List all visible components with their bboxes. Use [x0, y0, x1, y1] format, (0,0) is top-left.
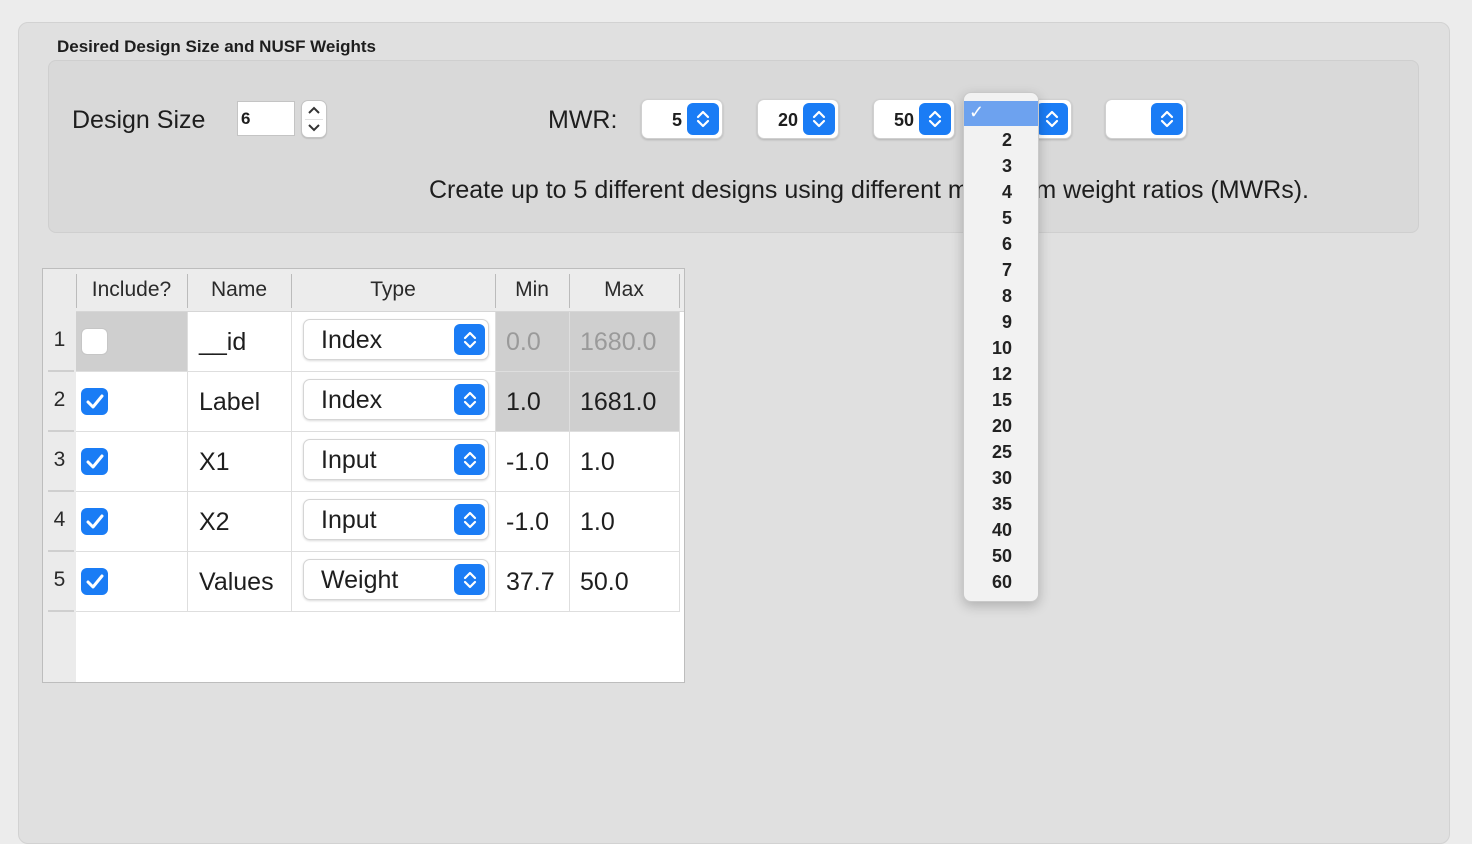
- menu-item[interactable]: 4: [964, 179, 1038, 205]
- include-checkbox-unchecked[interactable]: [81, 328, 108, 355]
- variables-table: Include? Name Type Min Max 1 __id Index 0.0 1680.…: [42, 268, 685, 683]
- type-value: Index: [321, 386, 383, 414]
- popup-chevrons-icon[interactable]: [687, 103, 719, 135]
- mwr-popup-value: 5: [671, 110, 682, 130]
- mwr-popup-1[interactable]: 5: [641, 99, 723, 139]
- row-number: 1: [53, 328, 66, 351]
- type-value: Weight: [321, 566, 399, 594]
- menu-item[interactable]: 6: [964, 231, 1038, 257]
- row-number: 4: [53, 508, 66, 531]
- type-value: Input: [321, 506, 377, 534]
- column-header[interactable]: Type: [291, 269, 495, 311]
- menu-item[interactable]: 20: [964, 413, 1038, 439]
- design-size-stepper[interactable]: [301, 100, 327, 138]
- popup-chevrons-icon[interactable]: [454, 324, 485, 355]
- design-size-label: Design Size: [72, 106, 206, 134]
- min-cell[interactable]: 0.0: [496, 312, 569, 372]
- mwr-dropdown-menu: ✓ 2 3 4 5 6 7 8 9 10 12 15 20 25 30 35 40 50 60: [963, 92, 1039, 602]
- menu-item[interactable]: 60: [964, 569, 1038, 595]
- column-header[interactable]: Min: [495, 269, 569, 311]
- max-cell[interactable]: 1.0: [570, 432, 679, 492]
- row-number: 5: [53, 568, 66, 591]
- row-number: 2: [53, 388, 66, 411]
- name-cell[interactable]: X1: [199, 432, 230, 492]
- max-cell[interactable]: 1680.0: [570, 312, 679, 372]
- mwr-hint: Create up to 5 different designs using d…: [429, 176, 1310, 204]
- menu-item[interactable]: 35: [964, 491, 1038, 517]
- menu-item[interactable]: 25: [964, 439, 1038, 465]
- type-popup[interactable]: Input: [303, 439, 489, 480]
- name-cell[interactable]: X2: [199, 492, 230, 552]
- menu-item[interactable]: 7: [964, 257, 1038, 283]
- menu-item[interactable]: 30: [964, 465, 1038, 491]
- include-checkbox-checked[interactable]: [81, 508, 108, 535]
- checkmark-icon: [86, 454, 103, 468]
- row-number: 3: [53, 448, 66, 471]
- popup-chevrons-icon[interactable]: [454, 384, 485, 415]
- popup-chevrons-icon[interactable]: [454, 564, 485, 595]
- mwr-label: MWR:: [548, 106, 618, 134]
- checkmark-icon: [86, 574, 103, 588]
- popup-chevrons-icon[interactable]: [803, 103, 835, 135]
- popup-chevrons-icon[interactable]: [1036, 103, 1068, 135]
- mwr-popup-2[interactable]: 20: [757, 99, 839, 139]
- checkmark-icon: [86, 514, 103, 528]
- max-cell[interactable]: 50.0: [570, 552, 679, 612]
- popup-chevrons-icon[interactable]: [454, 444, 485, 475]
- column-header[interactable]: Include?: [76, 269, 187, 311]
- min-cell[interactable]: -1.0: [496, 432, 569, 492]
- menu-item[interactable]: 2: [964, 127, 1038, 153]
- menu-item[interactable]: 10: [964, 335, 1038, 361]
- menu-item[interactable]: 9: [964, 309, 1038, 335]
- menu-item[interactable]: 3: [964, 153, 1038, 179]
- menu-item[interactable]: 15: [964, 387, 1038, 413]
- menu-item[interactable]: 50: [964, 543, 1038, 569]
- group-title: Desired Design Size and NUSF Weights: [57, 37, 376, 56]
- mwr-popup-value: 50: [893, 110, 914, 130]
- min-cell[interactable]: 37.7: [496, 552, 569, 612]
- popup-chevrons-icon[interactable]: [919, 103, 951, 135]
- checkmark-icon: [86, 394, 103, 408]
- column-header[interactable]: Name: [187, 269, 291, 311]
- min-cell[interactable]: -1.0: [496, 492, 569, 552]
- max-cell[interactable]: 1681.0: [570, 372, 679, 432]
- menu-item[interactable]: 40: [964, 517, 1038, 543]
- max-cell[interactable]: 1.0: [570, 492, 679, 552]
- stepper-down-icon[interactable]: [302, 119, 326, 137]
- include-checkbox-checked[interactable]: [81, 388, 108, 415]
- mwr-popup-3[interactable]: 50: [873, 99, 955, 139]
- min-cell[interactable]: 1.0: [496, 372, 569, 432]
- column-header[interactable]: Max: [569, 269, 679, 311]
- mwr-popup-5[interactable]: [1105, 99, 1187, 139]
- include-checkbox-checked[interactable]: [81, 448, 108, 475]
- menu-item[interactable]: 5: [964, 205, 1038, 231]
- name-cell[interactable]: Values: [199, 552, 274, 612]
- type-popup[interactable]: Index: [303, 319, 489, 360]
- mwr-popup-value: 20: [777, 110, 798, 130]
- checkmark-icon: ✓: [969, 102, 985, 122]
- type-popup[interactable]: Input: [303, 499, 489, 540]
- menu-item[interactable]: 8: [964, 283, 1038, 309]
- popup-chevrons-icon[interactable]: [1151, 103, 1183, 135]
- name-cell[interactable]: __id: [199, 312, 246, 372]
- include-checkbox-checked[interactable]: [81, 568, 108, 595]
- type-value: Input: [321, 446, 377, 474]
- design-options-box: [48, 60, 1419, 233]
- stepper-up-icon[interactable]: [302, 101, 326, 119]
- type-popup[interactable]: Weight: [303, 559, 489, 600]
- name-cell[interactable]: Label: [199, 372, 260, 432]
- design-size-field[interactable]: 6: [237, 101, 295, 136]
- type-value: Index: [321, 326, 383, 354]
- menu-item[interactable]: 12: [964, 361, 1038, 387]
- type-popup[interactable]: Index: [303, 379, 489, 420]
- popup-chevrons-icon[interactable]: [454, 504, 485, 535]
